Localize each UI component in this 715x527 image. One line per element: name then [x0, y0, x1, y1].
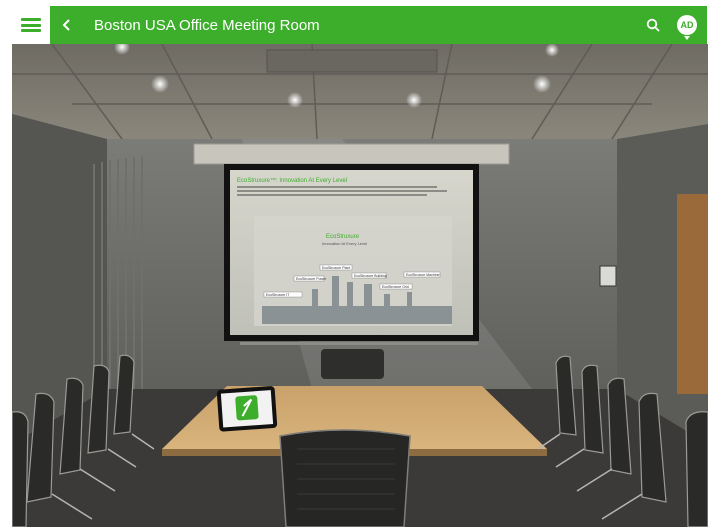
- screen-label-machine: EcoStruxure Machine: [406, 273, 440, 277]
- chevron-left-icon: [62, 19, 70, 31]
- hamburger-menu-icon: [21, 18, 41, 32]
- meeting-room-view[interactable]: EcoStruxure™: Innovation At Every Level …: [12, 44, 708, 527]
- search-icon: [646, 18, 660, 32]
- screen-label-it: EcoStruxure IT: [266, 293, 290, 297]
- screen-title: EcoStruxure™: Innovation At Every Level: [237, 177, 347, 184]
- meeting-room-scene: EcoStruxure™: Innovation At Every Level …: [12, 44, 708, 527]
- screen-logo-tagline: Innovation At Every Level: [322, 241, 367, 246]
- search-button[interactable]: [639, 6, 667, 44]
- screen-logo: EcoStruxure: [326, 234, 360, 240]
- back-button[interactable]: [50, 6, 84, 44]
- screen-label-power: EcoStruxure Power: [296, 277, 327, 281]
- sidebar-strip: [0, 0, 12, 527]
- room-control-tablet[interactable]: [216, 386, 278, 432]
- hamburger-menu-button[interactable]: [12, 6, 50, 44]
- screen-label-plant: EcoStruxure Plant: [322, 266, 350, 270]
- screen-label-building: EcoStruxure Building: [354, 274, 387, 278]
- user-avatar[interactable]: AD: [677, 15, 697, 40]
- top-app-bar: Boston USA Office Meeting Room AD: [50, 6, 707, 44]
- screen-label-grid: EcoStruxure Grid: [382, 285, 409, 289]
- page-title: Boston USA Office Meeting Room: [94, 16, 320, 34]
